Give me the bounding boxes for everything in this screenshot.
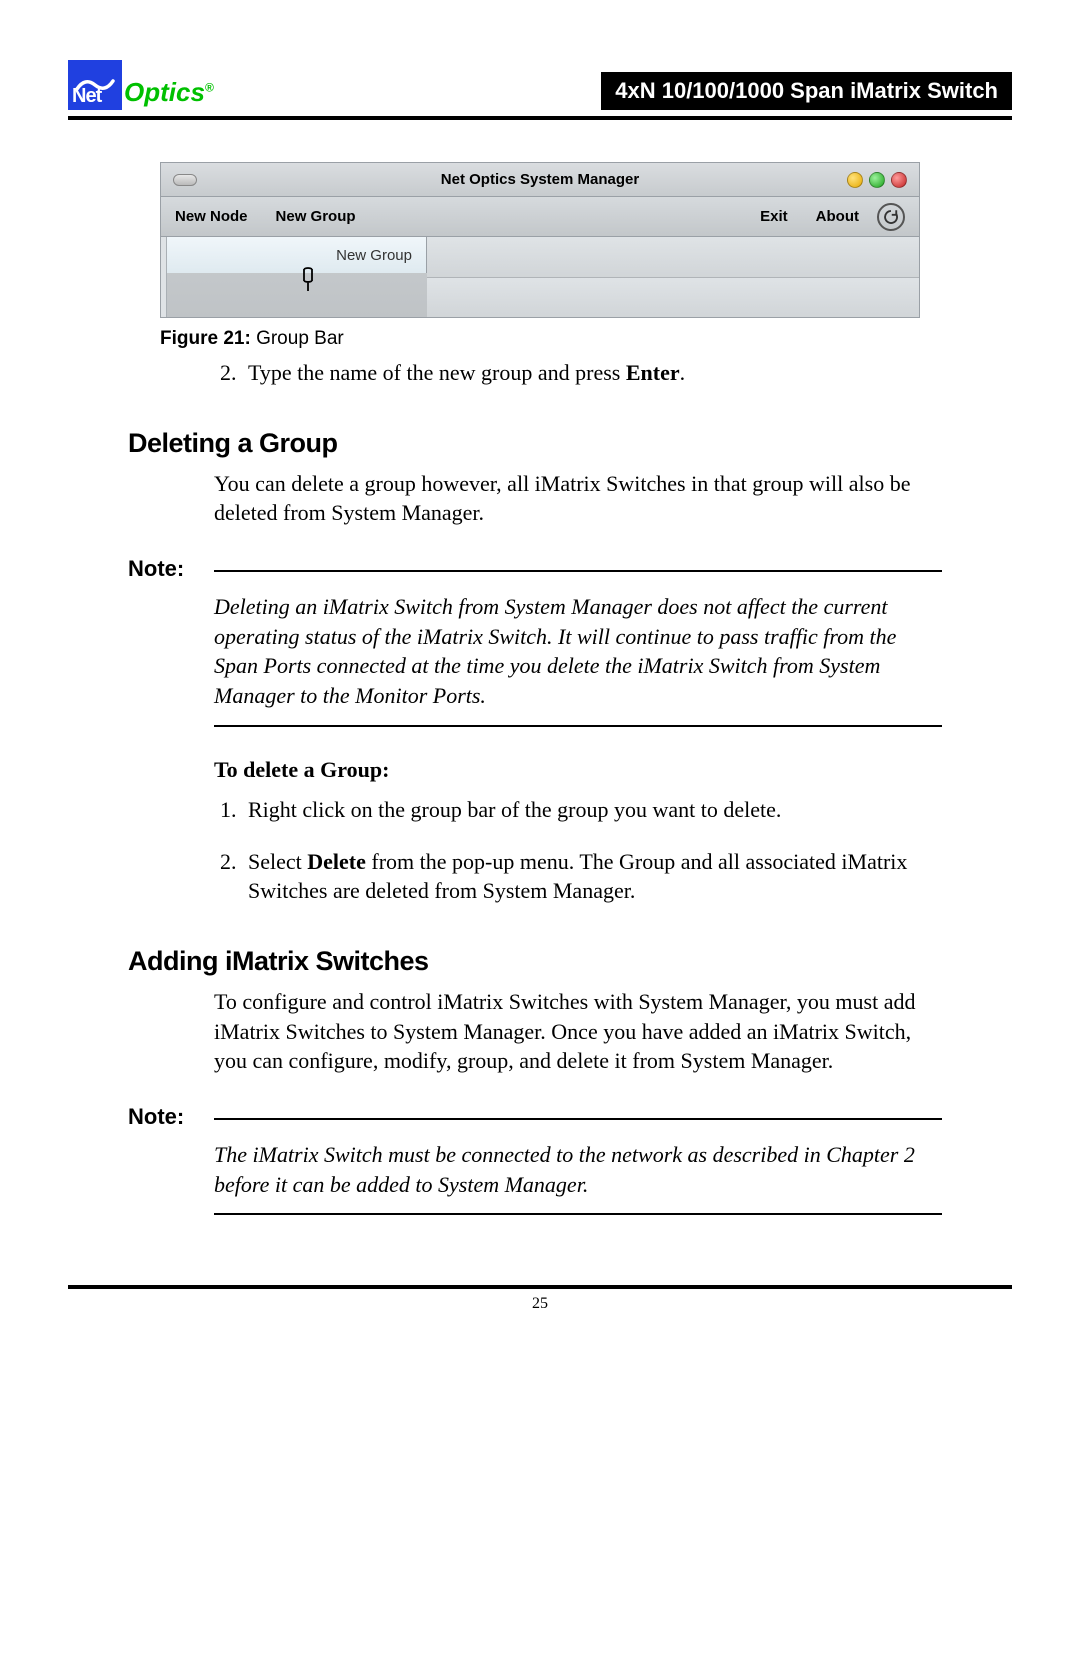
list-row [427, 237, 919, 278]
note-rule [214, 570, 942, 572]
section-heading-adding: Adding iMatrix Switches [128, 946, 1012, 977]
window-controls [847, 172, 907, 188]
refresh-icon [882, 208, 900, 226]
page-number: 25 [68, 1295, 1012, 1313]
footer-rule [68, 1285, 1012, 1289]
step-item: Select Delete from the pop-up menu. The … [242, 847, 942, 906]
paragraph: You can delete a group however, all iMat… [214, 469, 942, 528]
window-handle-icon [173, 174, 197, 186]
refresh-button[interactable] [877, 203, 905, 231]
header-rule [68, 116, 1012, 120]
note-label: Note: [128, 1104, 214, 1130]
note-label: Note: [128, 556, 214, 582]
note-header: Note: [128, 556, 942, 582]
figure-screenshot: Net Optics System Manager New Node New G… [160, 162, 920, 318]
note-end-rule [214, 725, 942, 727]
close-icon[interactable] [891, 172, 907, 188]
procedure-heading: To delete a Group: [214, 757, 1012, 783]
note-body: Deleting an iMatrix Switch from System M… [214, 592, 942, 711]
document-title: 4xN 10/100/1000 Span iMatrix Switch [601, 72, 1012, 110]
section-heading-deleting: Deleting a Group [128, 428, 1012, 459]
paragraph: To configure and control iMatrix Switche… [214, 987, 942, 1076]
note-body: The iMatrix Switch must be connected to … [214, 1140, 942, 1199]
logo-optics-text: Optics® [124, 77, 214, 108]
continuation-step-list: Type the name of the new group and press… [214, 358, 942, 388]
exit-button[interactable]: Exit [760, 208, 788, 225]
logo: Net Optics® [68, 60, 214, 110]
figure-caption: Figure 21: Group Bar [160, 328, 1012, 350]
new-node-button[interactable]: New Node [175, 208, 248, 225]
procedure-steps: Right click on the group bar of the grou… [214, 795, 942, 906]
about-button[interactable]: About [816, 208, 859, 225]
note-header: Note: [128, 1104, 942, 1130]
list-row [427, 278, 919, 318]
minimize-icon[interactable] [847, 172, 863, 188]
logo-net-text: Net [72, 85, 101, 108]
note-end-rule [214, 1213, 942, 1215]
logo-mark: Net [68, 60, 122, 110]
cursor-icon [297, 267, 319, 298]
page-header: Net Optics® 4xN 10/100/1000 Span iMatrix… [68, 60, 1012, 110]
window-title: Net Optics System Manager [441, 171, 639, 188]
note-rule [214, 1118, 942, 1120]
zoom-icon[interactable] [869, 172, 885, 188]
group-name-input[interactable]: New Group [336, 247, 412, 264]
step-item: Right click on the group bar of the grou… [242, 795, 942, 825]
step-item: Type the name of the new group and press… [242, 358, 942, 388]
new-group-button[interactable]: New Group [276, 208, 356, 225]
toolbar: New Node New Group Exit About [161, 197, 919, 237]
window-titlebar: Net Optics System Manager [161, 163, 919, 197]
